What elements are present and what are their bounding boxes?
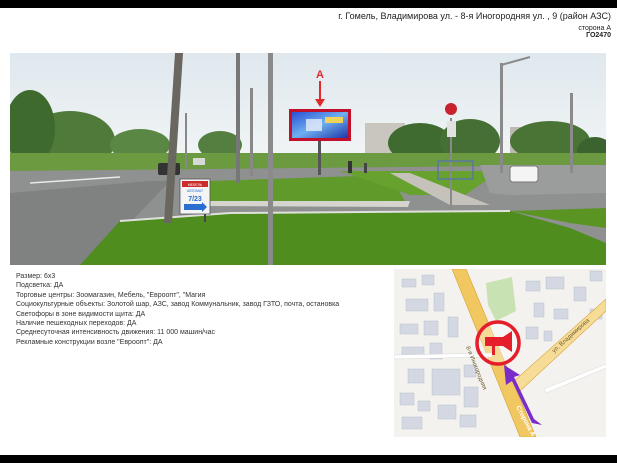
detail-line: Наличие пешеходных переходов: ДА — [16, 320, 137, 328]
car — [509, 165, 539, 183]
board-code: ГО2470 — [586, 32, 611, 39]
billboard-icon — [485, 337, 503, 346]
address-title: г. Гомель, Владимирова ул. - 8-я Иногоро… — [338, 11, 611, 21]
location-map: 8-я Иногородняя ул. Владимирова Сторона … — [394, 269, 606, 437]
detail-line: Светофоры в зоне видимости щита: ДА — [16, 310, 146, 318]
bottom-black-bar — [0, 455, 617, 463]
detail-line: Среднесуточная интенсивность движения: 1… — [16, 329, 216, 337]
location-photo: А МЕБЕЛЬ АВТОМАТ 7/23 — [10, 53, 606, 265]
sign-text: 7/23 — [188, 196, 202, 203]
billboard-pole — [318, 141, 321, 175]
stop-sign — [445, 103, 457, 115]
detail-line: Размер: 6х3 — [16, 273, 56, 280]
top-black-bar — [0, 0, 617, 8]
detail-line: Социокультурные объекты: Золотой шар, АЗ… — [16, 301, 340, 309]
marker-label: А — [316, 69, 324, 81]
detail-line: Торговые центры: Зоомагазин, Мебель, "Ев… — [16, 291, 206, 299]
sign-text: МЕБЕЛЬ — [188, 183, 203, 187]
location-details: Размер: 6х3 Подсветка: ДА Торговые центр… — [16, 272, 386, 347]
side-label: сторона А — [578, 25, 611, 32]
detail-line: Подсветка: ДА — [16, 282, 64, 290]
detail-line: Рекламные конструкции возле "Евроопт": Д… — [16, 338, 163, 346]
lamp-post — [268, 53, 273, 265]
sign-text: АВТОМАТ — [187, 189, 204, 193]
